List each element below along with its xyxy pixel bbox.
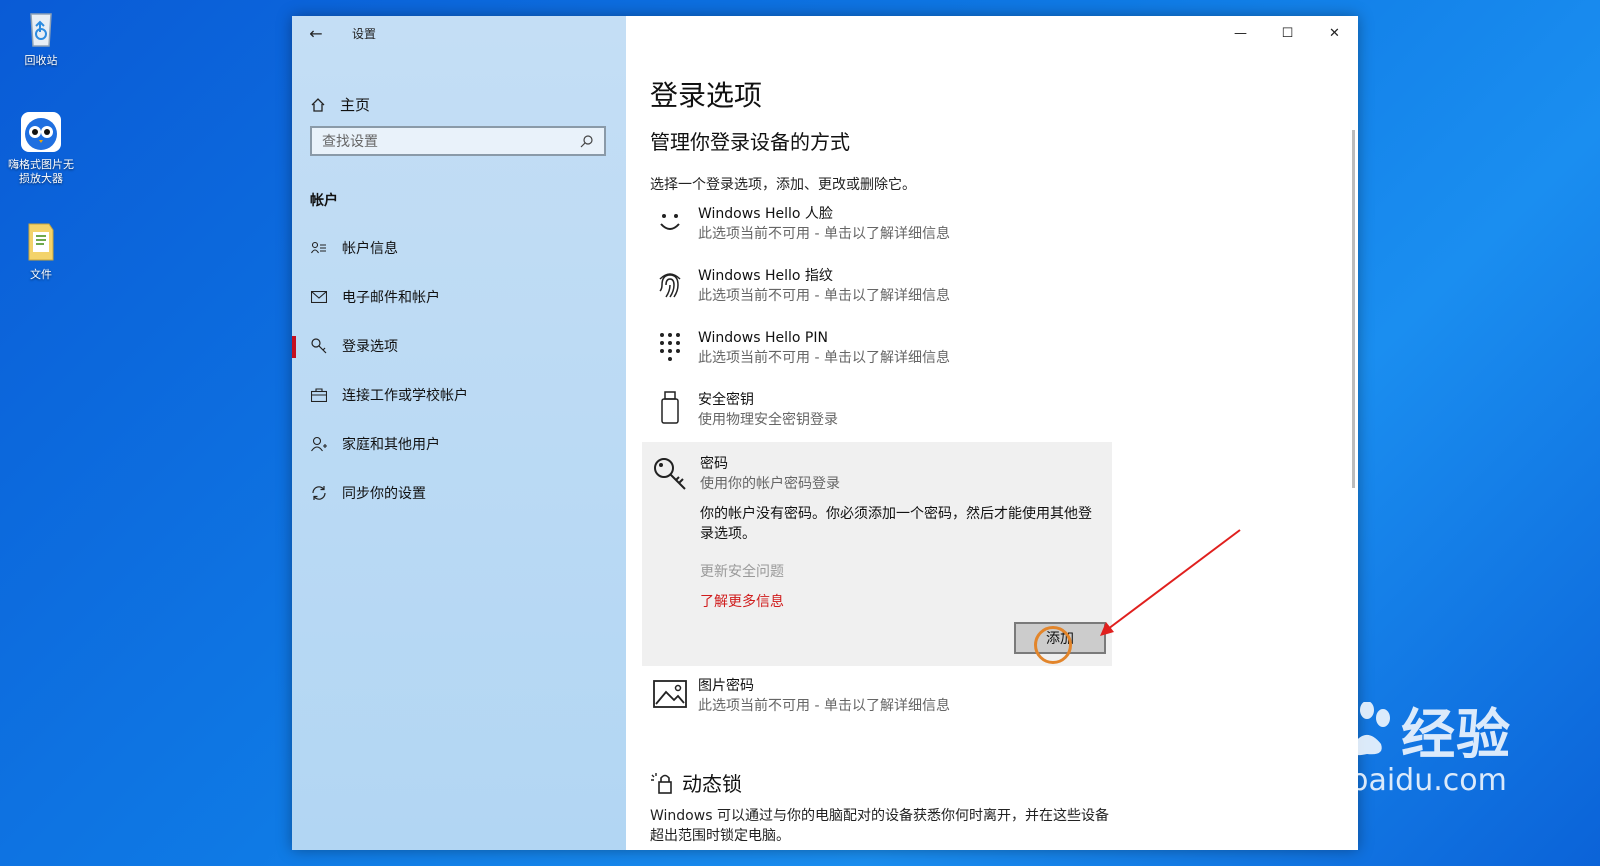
picture-icon (650, 674, 690, 714)
password-warning: 你的帐户没有密码。你必须添加一个密码，然后才能使用其他登录选项。 (700, 506, 1092, 542)
sidebar-item-work-school[interactable]: 连接工作或学校帐户 (292, 375, 626, 415)
account-info-icon (310, 241, 328, 255)
minimize-button[interactable]: — (1217, 16, 1264, 50)
password-title: 密码 (700, 456, 728, 472)
option-subtitle: 使用物理安全密钥登录 (698, 412, 838, 428)
usb-key-icon (650, 388, 690, 428)
option-title: 安全密钥 (698, 392, 754, 408)
key-icon (310, 338, 328, 354)
home-label: 主页 (340, 96, 371, 114)
sidebar-item-sync-settings[interactable]: 同步你的设置 (292, 473, 626, 513)
sidebar-item-sign-in-options[interactable]: 登录选项 (292, 326, 626, 366)
watermark: Bai 经验 jingyan.baidu.com (1230, 690, 1511, 798)
option-hello-face[interactable]: Windows Hello 人脸 此选项当前不可用 - 单击以了解详细信息 (650, 202, 1110, 258)
password-key-icon (650, 454, 690, 494)
option-subtitle: 此选项当前不可用 - 单击以了解详细信息 (698, 288, 950, 304)
paw-icon (1337, 701, 1391, 755)
back-arrow-icon[interactable]: ← (292, 16, 340, 50)
update-security-link[interactable]: 更新安全问题 (700, 561, 784, 581)
desktop-icon-label: 嗨格式图片无损放大器 (8, 158, 74, 185)
app-title: 设置 (352, 26, 377, 41)
titlebar: ← 设置 (292, 16, 626, 50)
watermark-brand-text: Bai (1230, 698, 1330, 761)
click-highlight-ring (1034, 626, 1072, 664)
watermark-brand-suffix: 经验 (1401, 703, 1512, 766)
option-hello-pin[interactable]: Windows Hello PIN 此选项当前不可用 - 单击以了解详细信息 (650, 326, 1110, 382)
option-title: Windows Hello PIN (698, 330, 828, 346)
dynamic-lock-icon (651, 772, 672, 794)
dynamic-lock-title: 动态锁 (682, 772, 742, 796)
sidebar-item-label: 帐户信息 (342, 241, 398, 257)
person-add-icon (310, 436, 328, 452)
settings-window: ← 设置 主页 查找设置 帐户 帐户信息 电子邮件和帐户 登录选项 连接工作或学… (292, 16, 1358, 850)
option-subtitle: 此选项当前不可用 - 单击以了解详细信息 (698, 226, 950, 242)
pin-keypad-icon (650, 326, 690, 366)
fingerprint-icon (650, 264, 690, 304)
page-title: 登录选项 (650, 79, 763, 112)
owl-app-icon (21, 112, 61, 152)
dynamic-lock-heading: 动态锁 (650, 768, 742, 797)
sync-icon (310, 485, 328, 501)
option-title: 图片密码 (698, 678, 754, 694)
sidebar-item-home[interactable]: 主页 (310, 94, 370, 115)
desktop-icon-recycle-bin[interactable]: 回收站 (4, 6, 78, 68)
sidebar-item-label: 登录选项 (342, 339, 398, 355)
sidebar-item-label: 同步你的设置 (342, 486, 426, 502)
recycle-bin-icon (30, 13, 52, 47)
desktop-icon-owl-app[interactable]: 嗨格式图片无损放大器 (4, 110, 78, 186)
scrollbar[interactable] (1352, 130, 1355, 488)
password-subtitle: 使用你的帐户密码登录 (700, 476, 840, 492)
option-hello-fingerprint[interactable]: Windows Hello 指纹 此选项当前不可用 - 单击以了解详细信息 (650, 264, 1110, 320)
learn-more-link[interactable]: 了解更多信息 (700, 591, 784, 611)
face-icon (650, 202, 690, 242)
sidebar: ← 设置 主页 查找设置 帐户 帐户信息 电子邮件和帐户 登录选项 连接工作或学… (292, 16, 626, 850)
desktop-icon-label: 文件 (30, 268, 52, 281)
sidebar-item-account-info[interactable]: 帐户信息 (292, 228, 626, 268)
home-icon (311, 97, 325, 112)
search-icon (580, 135, 593, 148)
desktop-icon-folder[interactable]: 文件 (4, 220, 78, 282)
folder-icon (28, 223, 54, 261)
briefcase-icon (310, 388, 328, 402)
window-controls: — ☐ ✕ (1217, 16, 1358, 50)
desktop-icon-label: 回收站 (24, 54, 58, 67)
option-security-key[interactable]: 安全密钥 使用物理安全密钥登录 (650, 388, 1110, 444)
option-subtitle: 此选项当前不可用 - 单击以了解详细信息 (698, 350, 950, 366)
option-title: Windows Hello 人脸 (698, 206, 833, 222)
watermark-url: jingyan.baidu.com (1230, 763, 1507, 798)
sidebar-item-label: 家庭和其他用户 (342, 437, 440, 453)
sidebar-item-label: 连接工作或学校帐户 (342, 388, 468, 404)
sidebar-item-email-accounts[interactable]: 电子邮件和帐户 (292, 277, 626, 317)
dynamic-lock-description: Windows 可以通过与你的电脑配对的设备获悉你何时离开，并在这些设备超出范围… (650, 808, 1109, 844)
sidebar-item-family-users[interactable]: 家庭和其他用户 (292, 424, 626, 464)
option-title: Windows Hello 指纹 (698, 268, 833, 284)
search-placeholder: 查找设置 (322, 134, 378, 150)
page-description: 选择一个登录选项，添加、更改或删除它。 (650, 177, 916, 193)
page-subtitle: 管理你登录设备的方式 (650, 130, 850, 154)
option-subtitle: 此选项当前不可用 - 单击以了解详细信息 (698, 698, 950, 714)
option-picture-password[interactable]: 图片密码 此选项当前不可用 - 单击以了解详细信息 (650, 674, 1110, 730)
sidebar-item-label: 电子邮件和帐户 (342, 290, 440, 306)
watermark-brand: Bai 经验 (1230, 690, 1511, 769)
close-button[interactable]: ✕ (1311, 16, 1358, 50)
maximize-button[interactable]: ☐ (1264, 16, 1311, 50)
mail-icon (310, 291, 328, 303)
search-input[interactable]: 查找设置 (310, 126, 606, 156)
section-label-account: 帐户 (310, 193, 338, 209)
